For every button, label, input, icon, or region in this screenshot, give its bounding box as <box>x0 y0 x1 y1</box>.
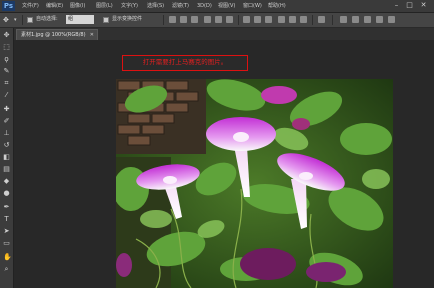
blur-icon[interactable]: ◆ <box>3 178 10 185</box>
separator <box>163 15 164 25</box>
show-transform-label: 显示变换控件 <box>112 16 143 22</box>
gradient-icon[interactable]: ▤ <box>3 166 10 173</box>
menu-type[interactable]: 文字(Y) <box>121 1 138 11</box>
menu-image[interactable]: 图像(I) <box>70 1 85 11</box>
close-icon[interactable]: ✕ <box>419 1 428 10</box>
menu-bar: Ps 文件(F) 编辑(E) 图像(I) 图层(L) 文字(Y) 选择(S) 滤… <box>0 0 434 13</box>
stamp-icon[interactable]: ⊥ <box>3 130 10 137</box>
tools-panel: ✥ ⬚ ϙ ✎ ⌗ ⁄ ✚ ✐ ⊥ ↺ ◧ ▤ ◆ ● ✒ T ➤ ▭ ✋ ⌕ <box>0 28 14 288</box>
auto-select-label: 自动选择: <box>36 16 58 22</box>
auto-select-value: 组 <box>68 16 74 22</box>
pen-icon[interactable]: ✒ <box>3 204 10 211</box>
align-top-icon[interactable] <box>169 16 176 23</box>
align-center-icon[interactable] <box>215 16 222 23</box>
lasso-icon[interactable]: ϙ <box>3 56 10 63</box>
align-left-icon[interactable] <box>204 16 211 23</box>
separator <box>332 15 333 25</box>
zoom-icon[interactable]: ⌕ <box>3 266 10 273</box>
flower-photo <box>116 79 393 288</box>
auto-select-dropdown[interactable]: 组 <box>66 15 94 24</box>
options-bar: ✥ ▾ 自动选择: 组 显示变换控件 <box>0 13 434 28</box>
type-icon[interactable]: T <box>3 216 10 223</box>
path-select-icon[interactable]: ➤ <box>3 228 10 235</box>
align-right-icon[interactable] <box>226 16 233 23</box>
menu-edit[interactable]: 编辑(E) <box>46 1 63 11</box>
distribute-right-icon[interactable] <box>300 16 307 23</box>
separator <box>238 15 239 25</box>
distribute-middle-icon[interactable] <box>254 16 261 23</box>
move-tool-icon[interactable]: ✥ <box>3 15 13 25</box>
chevron-down-icon[interactable]: ▾ <box>14 15 17 25</box>
menu-view[interactable]: 视图(V) <box>218 1 235 11</box>
quick-select-icon[interactable]: ✎ <box>3 68 10 75</box>
minimize-icon[interactable]: – <box>392 1 401 10</box>
separator <box>22 15 23 25</box>
tab-close-icon[interactable]: ✕ <box>90 30 94 40</box>
menu-window[interactable]: 窗口(W) <box>243 1 262 11</box>
document-tab[interactable]: 素材1.jpg @ 100%(RGB/8) ✕ <box>16 29 98 40</box>
eraser-icon[interactable]: ◧ <box>3 154 10 161</box>
crop-icon[interactable]: ⌗ <box>3 80 10 87</box>
distribute-top-icon[interactable] <box>243 16 250 23</box>
document-tab-title: 素材1.jpg @ 100%(RGB/8) <box>21 32 86 38</box>
3d-rotate-icon[interactable] <box>340 16 347 23</box>
brush-icon[interactable]: ✐ <box>3 118 10 125</box>
auto-align-icon[interactable] <box>318 16 325 23</box>
menu-3d[interactable]: 3D(D) <box>197 1 212 11</box>
distribute-center-icon[interactable] <box>289 16 296 23</box>
auto-select-checkbox[interactable] <box>27 17 33 23</box>
3d-scale-icon[interactable] <box>388 16 395 23</box>
maximize-icon[interactable]: □ <box>405 1 414 10</box>
show-transform-checkbox[interactable] <box>103 17 109 23</box>
annotation-callout: 打开需要打上马赛克的图片。 <box>122 55 248 71</box>
3d-roll-icon[interactable] <box>352 16 359 23</box>
hand-icon[interactable]: ✋ <box>3 254 12 261</box>
distribute-bottom-icon[interactable] <box>265 16 272 23</box>
menu-file[interactable]: 文件(F) <box>22 1 39 11</box>
dodge-icon[interactable]: ● <box>3 190 10 197</box>
separator <box>312 15 313 25</box>
menu-layer[interactable]: 图层(L) <box>96 1 113 11</box>
3d-drag-icon[interactable] <box>364 16 371 23</box>
history-brush-icon[interactable]: ↺ <box>3 142 10 149</box>
marquee-icon[interactable]: ⬚ <box>3 44 10 51</box>
menu-filter[interactable]: 滤镜(T) <box>172 1 189 11</box>
menu-help[interactable]: 帮助(H) <box>268 1 286 11</box>
healing-icon[interactable]: ✚ <box>3 106 10 113</box>
eyedropper-icon[interactable]: ⁄ <box>3 92 10 99</box>
menu-select[interactable]: 选择(S) <box>147 1 164 11</box>
shape-icon[interactable]: ▭ <box>3 240 10 247</box>
align-bottom-icon[interactable] <box>191 16 198 23</box>
3d-slide-icon[interactable] <box>376 16 383 23</box>
distribute-left-icon[interactable] <box>278 16 285 23</box>
document-tab-bar: 素材1.jpg @ 100%(RGB/8) ✕ <box>14 28 434 40</box>
move-icon[interactable]: ✥ <box>3 32 10 39</box>
photoshop-logo-icon: Ps <box>2 1 15 11</box>
align-middle-icon[interactable] <box>180 16 187 23</box>
